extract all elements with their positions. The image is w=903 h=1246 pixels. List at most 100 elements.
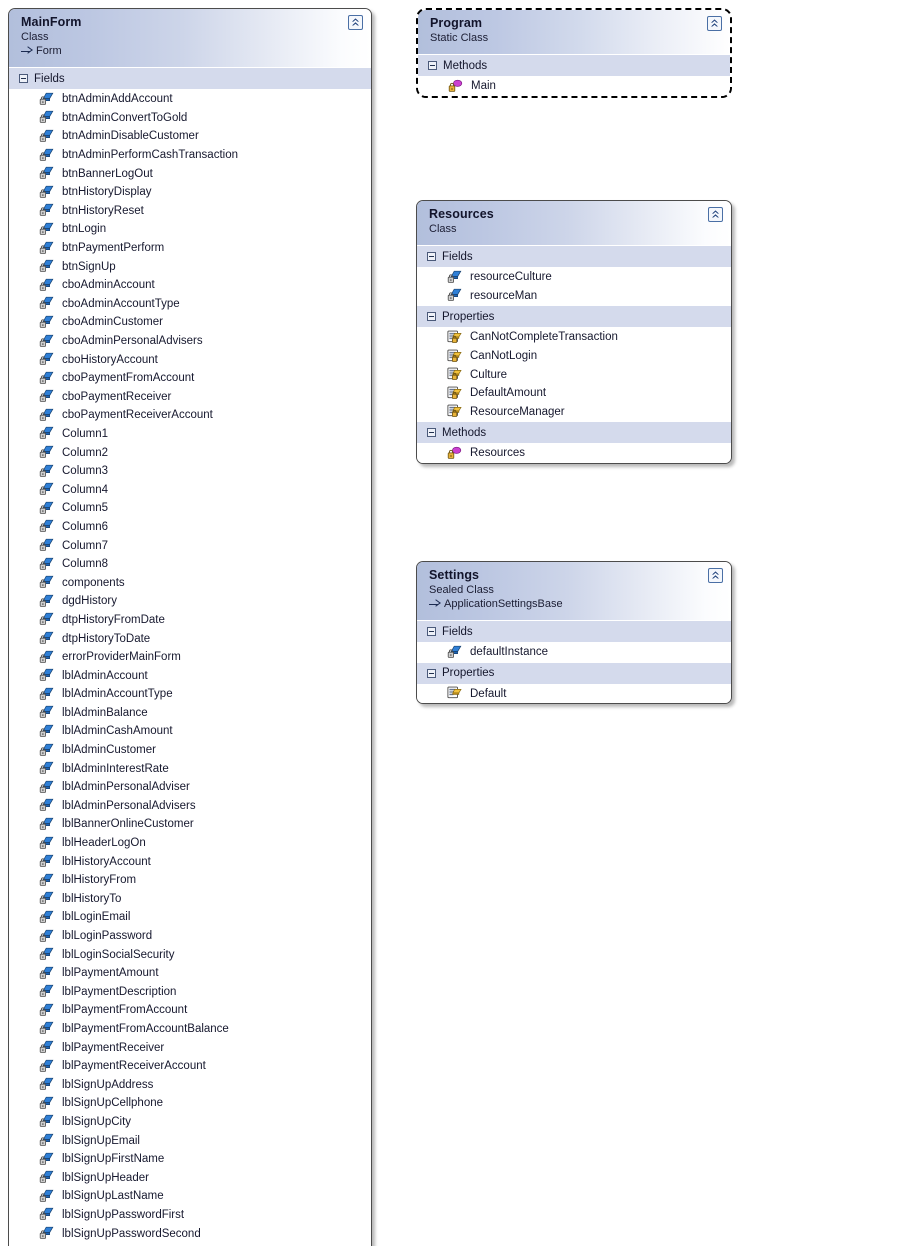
compartment-header-properties[interactable]: Properties: [417, 661, 731, 685]
member-row[interactable]: Column5: [9, 499, 371, 518]
member-row[interactable]: lblAdminPersonalAdviser: [9, 777, 371, 797]
member-row[interactable]: cboPaymentFromAccount: [9, 368, 371, 388]
compartment-header-fields[interactable]: Fields: [417, 246, 731, 268]
member-row[interactable]: lblBannerOnlineCustomer: [9, 815, 371, 834]
member-row[interactable]: btnHistoryReset: [9, 201, 371, 221]
member-row[interactable]: Column6: [9, 517, 371, 537]
member-row[interactable]: Column2: [9, 443, 371, 462]
minus-box-icon[interactable]: [427, 428, 436, 438]
member-row[interactable]: lblSignUpHeader: [9, 1168, 371, 1188]
collapse-toggle-button[interactable]: [348, 15, 363, 30]
class-header-resources[interactable]: Resources Class: [417, 201, 731, 246]
class-shape-mainform[interactable]: MainForm Class Form Fields btnAdminAddAc…: [8, 8, 372, 1246]
member-row[interactable]: lblAdminAccount: [9, 666, 371, 685]
member-row[interactable]: cboAdminCustomer: [9, 313, 371, 332]
member-row[interactable]: cboAdminAccount: [9, 275, 371, 295]
class-shape-program[interactable]: Program Static Class Methods Main: [416, 8, 732, 98]
class-shape-resources[interactable]: Resources Class Fields resourceCulture r…: [416, 200, 732, 464]
member-row[interactable]: lblSignUpEmail: [9, 1131, 371, 1150]
member-row[interactable]: Column1: [9, 424, 371, 444]
member-row[interactable]: lblSignUpAddress: [9, 1075, 371, 1095]
compartment-header-methods[interactable]: Methods: [417, 421, 731, 445]
member-row[interactable]: Column4: [9, 480, 371, 500]
member-row[interactable]: lblSignUpPasswordFirst: [9, 1205, 371, 1225]
member-row[interactable]: btnAdminConvertToGold: [9, 108, 371, 128]
collapse-toggle-button[interactable]: [708, 207, 723, 222]
member-row[interactable]: cboAdminAccountType: [9, 294, 371, 314]
member-row[interactable]: lblPaymentFromAccount: [9, 1001, 371, 1020]
member-row[interactable]: Default: [417, 684, 731, 704]
member-row[interactable]: ResourceManager: [417, 402, 731, 422]
member-row[interactable]: btnLogin: [9, 220, 371, 239]
member-row[interactable]: btnAdminDisableCustomer: [9, 127, 371, 146]
compartment-header-properties[interactable]: Properties: [417, 305, 731, 329]
member-row[interactable]: dtpHistoryFromDate: [9, 610, 371, 630]
member-row[interactable]: components: [9, 573, 371, 593]
member-row[interactable]: CanNotLogin: [417, 346, 731, 366]
member-row[interactable]: Column3: [9, 461, 371, 481]
member-row[interactable]: lblHistoryTo: [9, 889, 371, 909]
compartment-header-methods[interactable]: Methods: [418, 55, 730, 77]
member-row[interactable]: lblAdminInterestRate: [9, 759, 371, 778]
minus-box-icon[interactable]: [427, 252, 436, 261]
member-row[interactable]: CanNotCompleteTransaction: [417, 328, 731, 347]
member-row[interactable]: lblPaymentReceiverAccount: [9, 1056, 371, 1076]
member-row[interactable]: btnSignUp: [9, 257, 371, 276]
member-row[interactable]: Main: [418, 77, 730, 96]
private-property-icon: [447, 405, 462, 418]
member-row[interactable]: resourceMan: [417, 286, 731, 306]
member-row[interactable]: lblPaymentAmount: [9, 963, 371, 983]
member-row[interactable]: Column8: [9, 554, 371, 574]
collapse-toggle-button[interactable]: [708, 568, 723, 583]
member-row[interactable]: resourceCulture: [417, 268, 731, 287]
member-row[interactable]: btnPaymentPerform: [9, 238, 371, 258]
member-row[interactable]: btnAdminAddAccount: [9, 90, 371, 109]
member-row[interactable]: cboAdminPersonalAdvisers: [9, 331, 371, 351]
member-row[interactable]: lblSignUpLastName: [9, 1187, 371, 1206]
member-row[interactable]: lblHistoryAccount: [9, 852, 371, 871]
member-row[interactable]: lblHistoryFrom: [9, 870, 371, 890]
member-row[interactable]: lblSignUpCity: [9, 1112, 371, 1132]
class-shape-settings[interactable]: Settings Sealed Class ApplicationSetting…: [416, 561, 732, 705]
member-row[interactable]: lblAdminCustomer: [9, 740, 371, 760]
member-row[interactable]: cboPaymentReceiver: [9, 387, 371, 407]
member-row[interactable]: cboHistoryAccount: [9, 350, 371, 369]
member-row[interactable]: dtpHistoryToDate: [9, 629, 371, 648]
member-row[interactable]: Culture: [417, 365, 731, 384]
member-row[interactable]: lblPaymentFromAccountBalance: [9, 1019, 371, 1039]
compartment-header-fields[interactable]: Fields: [9, 68, 371, 90]
member-row[interactable]: lblSignUpPasswordSecond: [9, 1224, 371, 1243]
minus-box-icon[interactable]: [427, 312, 436, 322]
class-header-mainform[interactable]: MainForm Class Form: [9, 9, 371, 68]
member-row[interactable]: btnBannerLogOut: [9, 164, 371, 183]
class-header-program[interactable]: Program Static Class: [418, 10, 730, 55]
class-header-settings[interactable]: Settings Sealed Class ApplicationSetting…: [417, 562, 731, 621]
minus-box-icon[interactable]: [428, 61, 437, 70]
member-row[interactable]: lblPaymentReceiver: [9, 1038, 371, 1057]
member-row[interactable]: lblHeaderLogOn: [9, 833, 371, 853]
member-row[interactable]: Column7: [9, 536, 371, 555]
member-row[interactable]: DefaultAmount: [417, 383, 731, 403]
member-row[interactable]: dgdHistory: [9, 592, 371, 611]
minus-box-icon[interactable]: [427, 668, 436, 678]
member-row[interactable]: lblLoginPassword: [9, 926, 371, 946]
member-row[interactable]: lblSignUpCellphone: [9, 1094, 371, 1113]
collapse-toggle-button[interactable]: [707, 16, 722, 31]
member-row[interactable]: lblSignUpFirstName: [9, 1149, 371, 1169]
minus-box-icon[interactable]: [19, 74, 28, 83]
member-row[interactable]: lblAdminPersonalAdvisers: [9, 796, 371, 816]
member-row[interactable]: Resources: [417, 444, 731, 463]
member-row[interactable]: lblAdminBalance: [9, 703, 371, 723]
member-row[interactable]: lblAdminAccountType: [9, 685, 371, 704]
member-row[interactable]: lblAdminCashAmount: [9, 722, 371, 741]
member-row[interactable]: lblLoginSocialSecurity: [9, 945, 371, 964]
member-row[interactable]: errorProviderMainForm: [9, 647, 371, 667]
member-row[interactable]: lblPaymentDescription: [9, 982, 371, 1002]
member-row[interactable]: lblLoginEmail: [9, 908, 371, 927]
member-row[interactable]: defaultInstance: [417, 643, 731, 662]
member-row[interactable]: btnHistoryDisplay: [9, 182, 371, 202]
member-row[interactable]: cboPaymentReceiverAccount: [9, 406, 371, 425]
member-row[interactable]: btnAdminPerformCashTransaction: [9, 145, 371, 165]
compartment-header-fields[interactable]: Fields: [417, 621, 731, 643]
minus-box-icon[interactable]: [427, 627, 436, 636]
